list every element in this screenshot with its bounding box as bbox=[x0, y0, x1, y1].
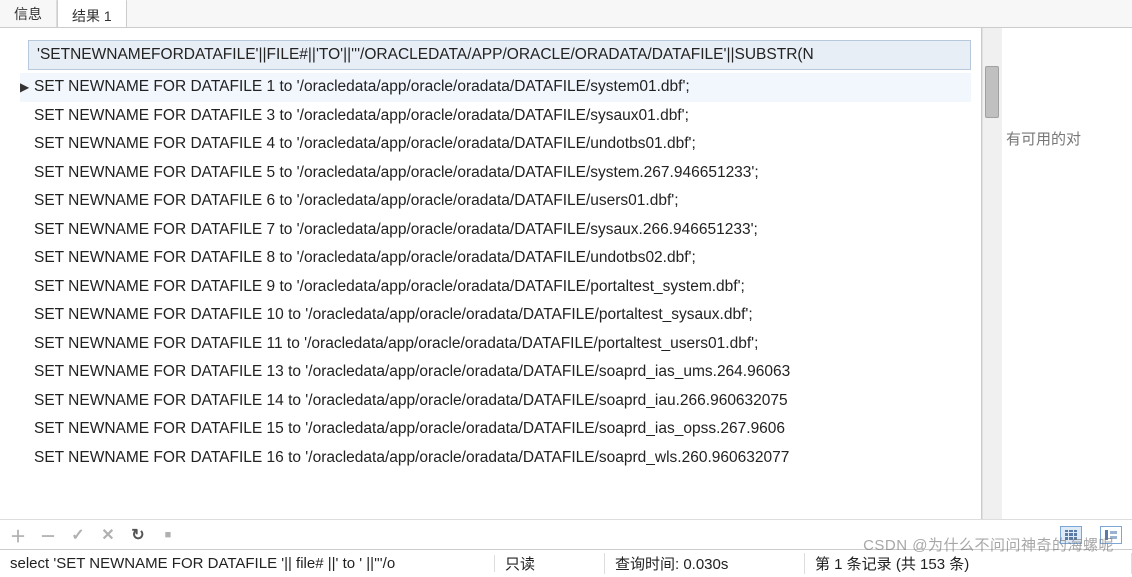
rows-container: ▶SET NEWNAME FOR DATAFILE 1 to '/oracled… bbox=[20, 73, 971, 472]
cell-value: SET NEWNAME FOR DATAFILE 8 to '/oracleda… bbox=[30, 249, 700, 267]
table-row[interactable]: SET NEWNAME FOR DATAFILE 10 to '/oracled… bbox=[20, 301, 971, 330]
refresh-button[interactable]: ↻ bbox=[130, 527, 146, 543]
status-record: 第 1 条记录 (共 153 条) bbox=[805, 553, 1132, 574]
add-row-button[interactable]: ＋ bbox=[10, 527, 26, 543]
delete-row-button[interactable]: － bbox=[40, 527, 56, 543]
form-view-button[interactable] bbox=[1100, 526, 1122, 544]
table-row[interactable]: SET NEWNAME FOR DATAFILE 9 to '/oracleda… bbox=[20, 273, 971, 302]
tab-info[interactable]: 信息 bbox=[0, 0, 57, 27]
tab-result-1[interactable]: 结果 1 bbox=[57, 0, 127, 27]
form-icon bbox=[1105, 530, 1117, 540]
vertical-scrollbar[interactable] bbox=[982, 28, 1002, 519]
cell-value: SET NEWNAME FOR DATAFILE 7 to '/oracleda… bbox=[30, 221, 762, 239]
cell-value: SET NEWNAME FOR DATAFILE 10 to '/oracled… bbox=[30, 306, 757, 324]
status-bar: select 'SET NEWNAME FOR DATAFILE '|| fil… bbox=[0, 549, 1132, 577]
status-query-time: 查询时间: 0.030s bbox=[605, 553, 805, 574]
cell-value: SET NEWNAME FOR DATAFILE 9 to '/oracleda… bbox=[30, 278, 749, 296]
stop-button[interactable]: ■ bbox=[160, 527, 176, 543]
cell-value: SET NEWNAME FOR DATAFILE 1 to '/oracleda… bbox=[30, 78, 694, 96]
table-row[interactable]: ▶SET NEWNAME FOR DATAFILE 1 to '/oracled… bbox=[20, 73, 971, 102]
column-header[interactable]: 'SETNEWNAMEFORDATAFILE'||FILE#||'TO'||''… bbox=[28, 40, 971, 70]
table-row[interactable]: SET NEWNAME FOR DATAFILE 6 to '/oracleda… bbox=[20, 187, 971, 216]
main-area: 'SETNEWNAMEFORDATAFILE'||FILE#||'TO'||''… bbox=[0, 28, 1132, 519]
cell-value: SET NEWNAME FOR DATAFILE 16 to '/oracled… bbox=[30, 449, 793, 467]
cell-value: SET NEWNAME FOR DATAFILE 3 to '/oracleda… bbox=[30, 107, 693, 125]
scrollbar-thumb[interactable] bbox=[985, 66, 999, 118]
apply-button[interactable]: ✓ bbox=[70, 527, 86, 543]
cell-value: SET NEWNAME FOR DATAFILE 14 to '/oracled… bbox=[30, 392, 792, 410]
table-row[interactable]: SET NEWNAME FOR DATAFILE 3 to '/oracleda… bbox=[20, 102, 971, 131]
table-row[interactable]: SET NEWNAME FOR DATAFILE 7 to '/oracleda… bbox=[20, 216, 971, 245]
cell-value: SET NEWNAME FOR DATAFILE 15 to '/oracled… bbox=[30, 420, 789, 438]
result-tabs: 信息 结果 1 bbox=[0, 0, 1132, 28]
status-sql: select 'SET NEWNAME FOR DATAFILE '|| fil… bbox=[0, 555, 495, 572]
cell-value: SET NEWNAME FOR DATAFILE 4 to '/oracleda… bbox=[30, 135, 700, 153]
status-readonly: 只读 bbox=[495, 553, 605, 574]
result-toolbar: ＋ － ✓ ✕ ↻ ■ bbox=[0, 519, 1132, 549]
table-row[interactable]: SET NEWNAME FOR DATAFILE 13 to '/oracled… bbox=[20, 358, 971, 387]
grid-view-button[interactable] bbox=[1060, 526, 1082, 544]
table-row[interactable]: SET NEWNAME FOR DATAFILE 8 to '/oracleda… bbox=[20, 244, 971, 273]
cancel-button[interactable]: ✕ bbox=[100, 527, 116, 543]
result-grid: 'SETNEWNAMEFORDATAFILE'||FILE#||'TO'||''… bbox=[0, 28, 982, 519]
table-row[interactable]: SET NEWNAME FOR DATAFILE 4 to '/oracleda… bbox=[20, 130, 971, 159]
cell-value: SET NEWNAME FOR DATAFILE 6 to '/oracleda… bbox=[30, 192, 683, 210]
row-marker-icon: ▶ bbox=[20, 80, 30, 94]
table-row[interactable]: SET NEWNAME FOR DATAFILE 16 to '/oracled… bbox=[20, 444, 971, 473]
grid-icon bbox=[1065, 530, 1077, 540]
table-row[interactable]: SET NEWNAME FOR DATAFILE 11 to '/oracled… bbox=[20, 330, 971, 359]
table-row[interactable]: SET NEWNAME FOR DATAFILE 5 to '/oracleda… bbox=[20, 159, 971, 188]
table-row[interactable]: SET NEWNAME FOR DATAFILE 15 to '/oracled… bbox=[20, 415, 971, 444]
side-panel: 有可用的对 bbox=[1002, 28, 1132, 519]
cell-value: SET NEWNAME FOR DATAFILE 13 to '/oracled… bbox=[30, 363, 794, 381]
cell-value: SET NEWNAME FOR DATAFILE 11 to '/oracled… bbox=[30, 335, 762, 353]
cell-value: SET NEWNAME FOR DATAFILE 5 to '/oracleda… bbox=[30, 164, 763, 182]
table-row[interactable]: SET NEWNAME FOR DATAFILE 14 to '/oracled… bbox=[20, 387, 971, 416]
